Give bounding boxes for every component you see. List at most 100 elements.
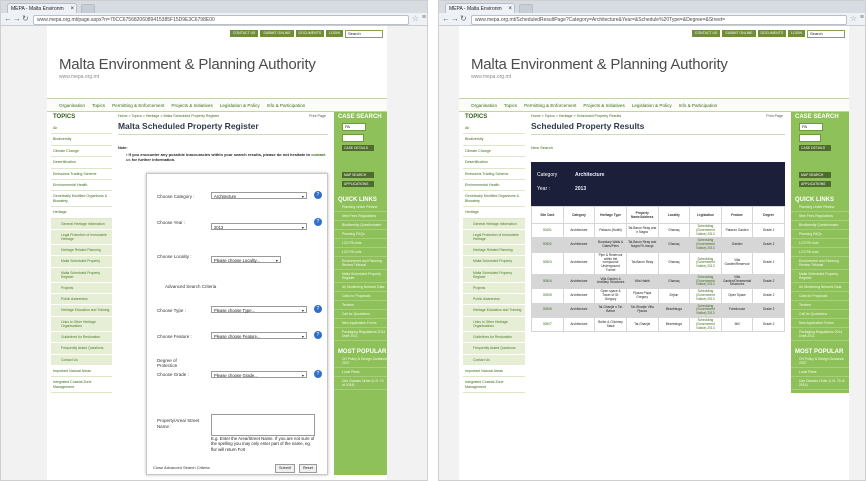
contact-us-button[interactable]: CONTACT US [691, 30, 721, 37]
sidebar-subitem[interactable]: Frequently Asked Questions [51, 343, 112, 355]
quick-link[interactable]: Planning Under Review [333, 203, 387, 212]
sidebar-subitem[interactable]: Links to Other Heritage Organisations [51, 316, 112, 333]
sidebar-subitem[interactable]: General Heritage Information [51, 218, 112, 230]
bookmark-star-icon[interactable]: ☆ [412, 14, 419, 23]
street-input[interactable] [210, 414, 315, 436]
forward-icon[interactable]: → [13, 14, 21, 24]
feature-select[interactable]: Please choose Feature... ▾ [210, 332, 307, 339]
sidebar-item[interactable]: Integrated Coastal Zone Management [51, 377, 112, 393]
url-field[interactable]: www.mepa.org.mt/ScheduledResultPage?Cate… [471, 15, 847, 25]
quick-link[interactable]: LCS PA Lists [333, 239, 387, 248]
sidebar-item[interactable]: Biodiversity [463, 134, 525, 146]
back-icon[interactable]: ← [442, 14, 450, 24]
sidebar-subitem[interactable]: Legal Protection of Immovable Heritage [463, 229, 525, 246]
quick-link[interactable]: New Application Forms [333, 319, 387, 328]
sidebar-item[interactable]: Emissions Trading Scheme [51, 169, 112, 181]
sidebar-item[interactable]: Important Natural Areas [51, 366, 112, 378]
case-type-select[interactable]: PA [341, 123, 366, 131]
quick-link[interactable]: Environment and Planning Review Tribunal [333, 257, 387, 270]
help-icon[interactable]: ? [313, 218, 322, 226]
url-field[interactable]: www.mepa.org.mt/page.aspx?n=70CC67568206… [33, 15, 409, 25]
sidebar-subitem[interactable]: Malta Scheduled Property [51, 256, 112, 268]
sidebar-subitem[interactable]: Guidelines for Restoration [51, 332, 112, 344]
applications-button[interactable]: APPLICATIONS [341, 181, 374, 187]
popular-link[interactable]: Local Plans [333, 368, 387, 377]
sidebar-subitem-register[interactable]: Malta Scheduled Property Register [51, 267, 112, 284]
menu-icon[interactable]: ≡ [422, 14, 426, 21]
case-number-input[interactable] [799, 134, 821, 142]
legislation-link[interactable]: Scheduling (Government Notice) 2013 [689, 288, 722, 304]
breadcrumb-text[interactable]: Home > Topics > Heritage > Malta Schedul… [118, 114, 219, 118]
help-icon[interactable]: ? [313, 331, 322, 339]
tab-close-icon[interactable]: × [70, 4, 74, 13]
legislation-link[interactable]: Scheduling (Government Notice) 2013 [689, 316, 722, 333]
quick-link[interactable]: Call for Quotations [333, 310, 387, 319]
applications-button[interactable]: APPLICATIONS [799, 181, 831, 187]
sidebar-subitem[interactable]: Links to Other Heritage Organisations [463, 316, 525, 333]
case-type-select[interactable]: PA [799, 123, 823, 131]
tab-close-icon[interactable]: × [508, 4, 512, 13]
sidebar-item[interactable]: Environmental Health [463, 180, 525, 192]
quick-link[interactable]: Environment and Planning Review Tribunal [791, 257, 849, 270]
category-select[interactable]: Architecture ▾ [210, 192, 307, 199]
quick-link[interactable]: New Fees Regulations [333, 212, 387, 221]
site-search-input[interactable]: Search [807, 30, 845, 38]
sidebar-item[interactable]: Air [463, 123, 525, 135]
sidebar-item[interactable]: Desertification [463, 157, 525, 169]
popular-link[interactable]: Use Classes Order (L.N. 70 of 2014) [791, 377, 849, 390]
site-card-link[interactable]: 00506 [531, 302, 564, 318]
quick-link[interactable]: Tenders [333, 301, 387, 310]
new-search-link[interactable]: New Search [531, 145, 785, 150]
sidebar-subitem[interactable]: Contact Us [51, 354, 112, 366]
sidebar-subitem[interactable]: Malta Scheduled Property [463, 256, 525, 268]
sidebar-item[interactable]: Biodiversity [51, 134, 112, 146]
legislation-link[interactable]: Scheduling (Government Notice) 2013 [689, 273, 722, 290]
submit-online-button[interactable]: SUBMIT ONLINE [722, 30, 756, 37]
case-number-input[interactable] [341, 134, 364, 142]
quick-link[interactable]: Tenders [791, 301, 849, 310]
sidebar-subitem[interactable]: Contact Us [463, 354, 525, 366]
locality-select[interactable]: Please choose Locality... ▾ [210, 256, 281, 263]
nav-organisation[interactable]: Organisation [59, 103, 85, 108]
forward-icon[interactable]: → [451, 14, 459, 24]
popular-link[interactable]: CH Policy & Design Guidance 2007 [791, 355, 849, 368]
site-search-input[interactable]: Search [345, 30, 383, 38]
sidebar-item[interactable]: Genetically Modified Organisms & Biosafe… [51, 191, 112, 208]
sidebar-item[interactable]: Genetically Modified Organisms & Biosafe… [463, 191, 525, 208]
site-card-link[interactable]: 00507 [531, 316, 564, 333]
year-select[interactable]: 2013 ▾ [210, 223, 307, 230]
sidebar-subitem[interactable]: General Heritage Information [463, 218, 525, 230]
quick-link[interactable]: New Fees Regulations [791, 212, 849, 221]
browser-tab[interactable]: MEPA - Malta Environm × [445, 3, 515, 13]
quick-link[interactable]: Packaging Regulations 2014 Draft 2011 [333, 328, 387, 341]
quick-link[interactable]: Malta Scheduled Property Register [333, 270, 387, 283]
documents-button[interactable]: DOCUMENTS [757, 30, 787, 37]
contact-us-button[interactable]: CONTACT US [229, 30, 259, 37]
nav-legislation[interactable]: Legislation & Policy [220, 103, 260, 108]
sidebar-item[interactable]: Integrated Coastal Zone Management [463, 377, 525, 393]
sidebar-subitem[interactable]: Projects [51, 283, 112, 295]
sidebar-subitem[interactable]: Heritage Education and Training [463, 305, 525, 317]
documents-button[interactable]: DOCUMENTS [295, 30, 325, 37]
legislation-link[interactable]: Scheduling (Government Notice) 2013 [689, 237, 722, 253]
login-button[interactable]: LOGIN [326, 30, 343, 37]
nav-info[interactable]: Info & Participation [267, 103, 306, 108]
help-icon[interactable]: ? [313, 305, 322, 313]
close-advanced-link[interactable]: Close Advanced Search Criteria [153, 465, 210, 470]
sidebar-subitem[interactable]: Frequently Asked Questions [463, 343, 525, 355]
sidebar-subitem[interactable]: Public Awareness [51, 294, 112, 306]
legislation-link[interactable]: Scheduling (Government Notice) 2013 [689, 251, 722, 275]
breadcrumb-text[interactable]: Home > Topics > Heritage > Scheduled Pro… [531, 114, 621, 118]
browser-tab[interactable]: MEPA - Malta Environm × [7, 3, 77, 13]
site-title[interactable]: Malta Environment & Planning Authority [59, 56, 316, 73]
type-select[interactable]: Please choose Type... ▾ [210, 306, 307, 313]
print-page-link[interactable]: Print Page [766, 114, 783, 118]
sidebar-item[interactable]: Environmental Health [51, 180, 112, 192]
bookmark-star-icon[interactable]: ☆ [850, 14, 857, 23]
print-page-link[interactable]: Print Page [309, 114, 326, 118]
quick-link[interactable]: Planning FAQs [333, 230, 387, 239]
quick-link[interactable]: Air Monitoring Network Data [333, 283, 387, 292]
sidebar-item[interactable]: Climate Change [463, 146, 525, 158]
nav-permitting[interactable]: Permitting & Enforcement [112, 103, 164, 108]
menu-icon[interactable]: ≡ [860, 14, 864, 21]
